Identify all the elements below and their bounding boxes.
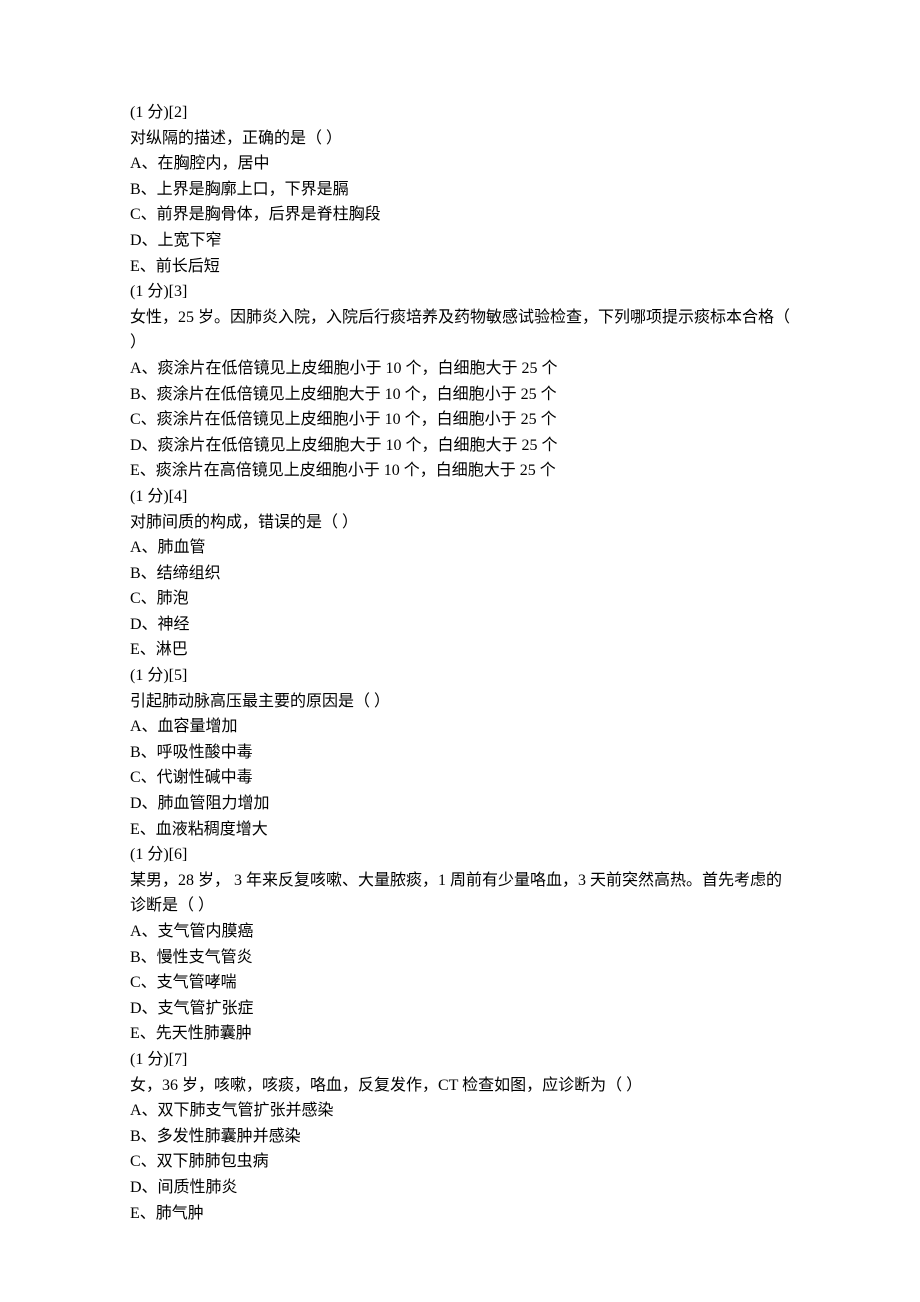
question-stem: 女性，25 岁。因肺炎入院，入院后行痰培养及药物敏感试验检查，下列哪项提示痰标本…: [130, 305, 790, 356]
option-e: E、血液粘稠度增大: [130, 817, 790, 843]
option-c: C、支气管哮喘: [130, 970, 790, 996]
question-header: (1 分)[6]: [130, 842, 790, 868]
question-header: (1 分)[2]: [130, 100, 790, 126]
option-e: E、痰涂片在高倍镜见上皮细胞小于 10 个，白细胞大于 25 个: [130, 458, 790, 484]
question-5: (1 分)[5] 引起肺动脉高压最主要的原因是（ ） A、血容量增加 B、呼吸性…: [130, 663, 790, 842]
option-e: E、肺气肿: [130, 1201, 790, 1227]
option-b: B、多发性肺囊肿并感染: [130, 1124, 790, 1150]
option-e: E、先天性肺囊肿: [130, 1021, 790, 1047]
question-header: (1 分)[5]: [130, 663, 790, 689]
question-4: (1 分)[4] 对肺间质的构成，错误的是（ ） A、肺血管 B、结缔组织 C、…: [130, 484, 790, 663]
option-d: D、神经: [130, 612, 790, 638]
question-header: (1 分)[3]: [130, 279, 790, 305]
option-e: E、前长后短: [130, 254, 790, 280]
question-6: (1 分)[6] 某男，28 岁， 3 年来反复咳嗽、大量脓痰，1 周前有少量咯…: [130, 842, 790, 1047]
option-d: D、肺血管阻力增加: [130, 791, 790, 817]
question-stem: 对纵隔的描述，正确的是（ ）: [130, 126, 790, 152]
option-c: C、肺泡: [130, 586, 790, 612]
question-stem: 引起肺动脉高压最主要的原因是（ ）: [130, 689, 790, 715]
option-a: A、双下肺支气管扩张并感染: [130, 1098, 790, 1124]
question-stem: 女，36 岁，咳嗽，咳痰，咯血，反复发作，CT 检查如图，应诊断为（ ）: [130, 1073, 790, 1099]
question-stem: 某男，28 岁， 3 年来反复咳嗽、大量脓痰，1 周前有少量咯血，3 天前突然高…: [130, 868, 790, 919]
option-b: B、慢性支气管炎: [130, 945, 790, 971]
question-stem: 对肺间质的构成，错误的是（ ）: [130, 510, 790, 536]
option-c: C、痰涂片在低倍镜见上皮细胞小于 10 个，白细胞小于 25 个: [130, 407, 790, 433]
option-b: B、呼吸性酸中毒: [130, 740, 790, 766]
option-d: D、间质性肺炎: [130, 1175, 790, 1201]
option-d: D、支气管扩张症: [130, 996, 790, 1022]
option-a: A、肺血管: [130, 535, 790, 561]
question-3: (1 分)[3] 女性，25 岁。因肺炎入院，入院后行痰培养及药物敏感试验检查，…: [130, 279, 790, 484]
question-header: (1 分)[4]: [130, 484, 790, 510]
option-c: C、双下肺肺包虫病: [130, 1149, 790, 1175]
question-2: (1 分)[2] 对纵隔的描述，正确的是（ ） A、在胸腔内，居中 B、上界是胸…: [130, 100, 790, 279]
option-e: E、淋巴: [130, 637, 790, 663]
option-d: D、痰涂片在低倍镜见上皮细胞大于 10 个，白细胞大于 25 个: [130, 433, 790, 459]
option-a: A、血容量增加: [130, 714, 790, 740]
question-header: (1 分)[7]: [130, 1047, 790, 1073]
option-a: A、在胸腔内，居中: [130, 151, 790, 177]
option-b: B、痰涂片在低倍镜见上皮细胞大于 10 个，白细胞小于 25 个: [130, 382, 790, 408]
option-c: C、代谢性碱中毒: [130, 765, 790, 791]
option-a: A、痰涂片在低倍镜见上皮细胞小于 10 个，白细胞大于 25 个: [130, 356, 790, 382]
option-d: D、上宽下窄: [130, 228, 790, 254]
option-c: C、前界是胸骨体，后界是脊柱胸段: [130, 202, 790, 228]
option-a: A、支气管内膜癌: [130, 919, 790, 945]
option-b: B、结缔组织: [130, 561, 790, 587]
option-b: B、上界是胸廓上口，下界是膈: [130, 177, 790, 203]
question-7: (1 分)[7] 女，36 岁，咳嗽，咳痰，咯血，反复发作，CT 检查如图，应诊…: [130, 1047, 790, 1226]
